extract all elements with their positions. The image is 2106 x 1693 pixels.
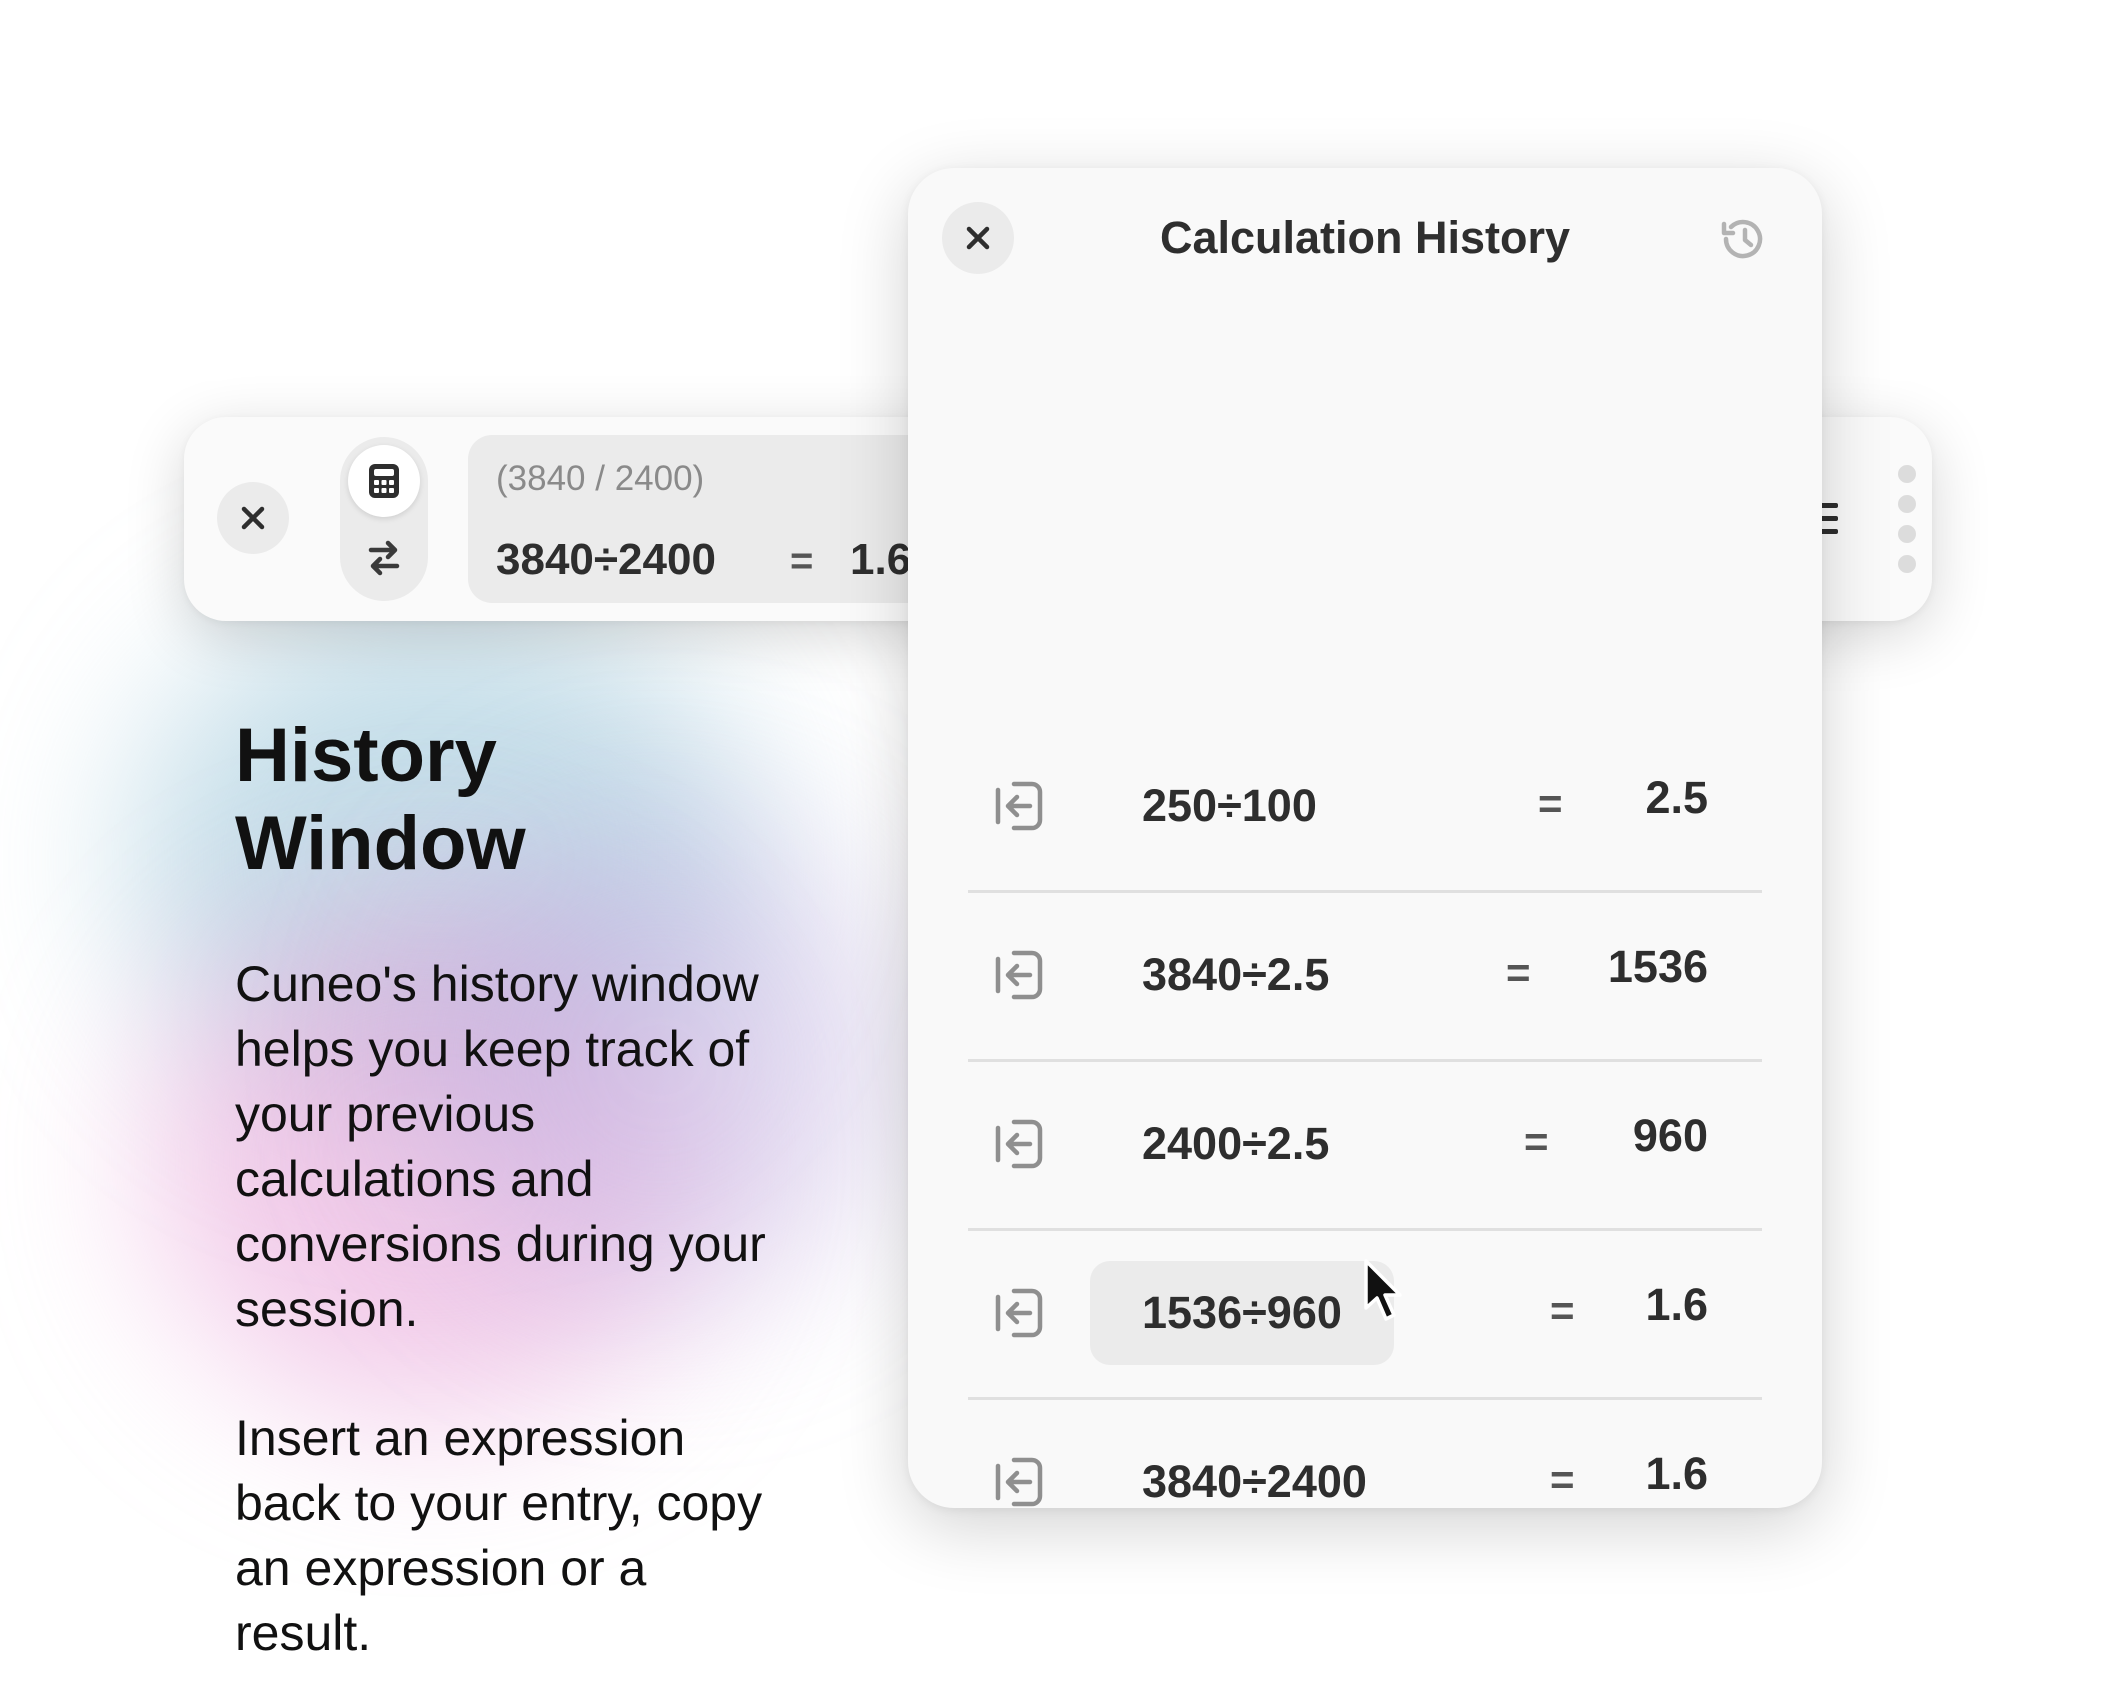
convert-mode-button[interactable] bbox=[348, 523, 420, 593]
intro-paragraph-2: Insert an expression back to your entry,… bbox=[235, 1410, 763, 1661]
vertical-dots-icon[interactable] bbox=[1896, 465, 1918, 575]
history-result[interactable]: 1.6 bbox=[1645, 1448, 1708, 1500]
history-result[interactable]: 960 bbox=[1633, 1110, 1708, 1162]
history-row: 3840÷2.5 = 1536 bbox=[968, 890, 1762, 1059]
history-equals-sign: = bbox=[1538, 780, 1563, 827]
insert-into-entry-icon[interactable] bbox=[992, 780, 1044, 832]
history-expression[interactable]: 250÷100 bbox=[1090, 754, 1369, 858]
history-title: Calculation History bbox=[1159, 212, 1571, 263]
entry-result[interactable]: 1.6 bbox=[850, 535, 911, 585]
history-expression[interactable]: 3840÷2.5 bbox=[1090, 923, 1381, 1027]
headline-line-2: Window bbox=[235, 801, 526, 886]
history-clock-icon[interactable] bbox=[1716, 212, 1770, 266]
insert-into-entry-icon[interactable] bbox=[992, 949, 1044, 1001]
entry-raw-input: (3840 / 2400) bbox=[496, 459, 705, 498]
headline-line-1: History bbox=[235, 713, 497, 798]
history-result[interactable]: 1.6 bbox=[1645, 1279, 1708, 1331]
calculator-icon bbox=[369, 464, 399, 498]
history-list: 250÷100 = 2.5 3840÷2.5 = 1536 2400÷2.5 = bbox=[968, 724, 1762, 1566]
intro-paragraph-1: Cuneo's history window helps you keep tr… bbox=[235, 956, 766, 1337]
swap-arrows-icon bbox=[368, 540, 400, 576]
history-expression[interactable]: 3840÷2400 bbox=[1090, 1430, 1419, 1534]
history-expression[interactable]: 2400÷2.5 bbox=[1090, 1092, 1381, 1196]
entry-expression: 3840÷2400 bbox=[496, 535, 716, 584]
history-row: 1536÷960 = 1.6 bbox=[968, 1228, 1762, 1397]
close-icon bbox=[241, 506, 265, 530]
history-expression-hovered[interactable]: 1536÷960 bbox=[1090, 1261, 1394, 1365]
history-equals-sign: = bbox=[1550, 1287, 1575, 1334]
insert-into-entry-icon[interactable] bbox=[992, 1118, 1044, 1170]
history-equals-sign: = bbox=[1506, 949, 1531, 996]
mode-switcher bbox=[340, 437, 428, 601]
insert-into-entry-icon[interactable] bbox=[992, 1456, 1044, 1508]
history-panel: Calculation History 250÷100 = 2.5 3840÷2… bbox=[908, 168, 1822, 1508]
history-row: 2400÷2.5 = 960 bbox=[968, 1059, 1762, 1228]
calculator-mode-button[interactable] bbox=[348, 445, 420, 517]
history-result[interactable]: 2.5 bbox=[1645, 772, 1708, 824]
history-row: 3840÷2400 = 1.6 bbox=[968, 1397, 1762, 1566]
history-row: 250÷100 = 2.5 bbox=[968, 724, 1762, 890]
close-button[interactable] bbox=[217, 482, 289, 554]
history-result[interactable]: 1536 bbox=[1608, 941, 1708, 993]
history-equals-sign: = bbox=[1524, 1118, 1549, 1165]
headline: History Window bbox=[235, 712, 795, 888]
insert-into-entry-icon[interactable] bbox=[992, 1287, 1044, 1339]
history-equals-sign: = bbox=[1550, 1456, 1575, 1503]
entry-equals-sign: = bbox=[790, 539, 814, 583]
